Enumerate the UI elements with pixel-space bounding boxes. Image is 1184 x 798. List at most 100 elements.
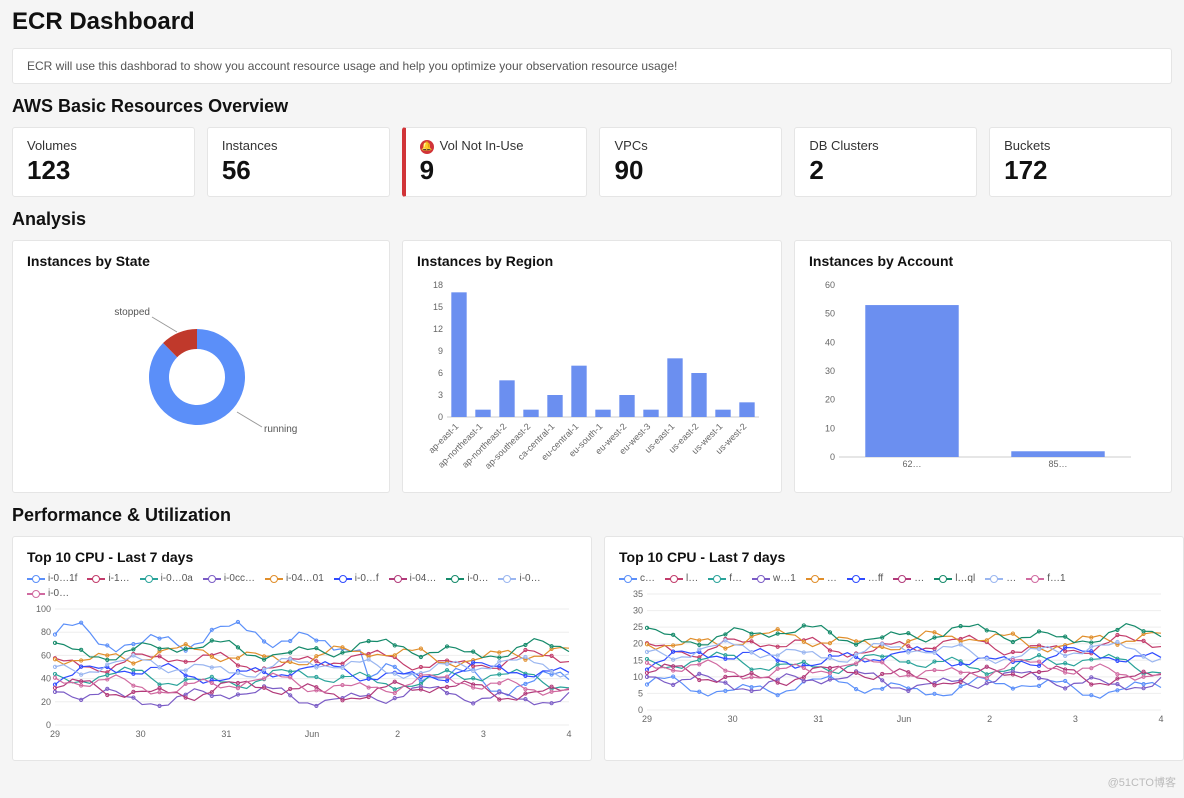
svg-text:40: 40 — [41, 674, 51, 684]
panel-title: Instances by State — [27, 253, 375, 269]
card-value: 2 — [809, 155, 962, 186]
svg-text:29: 29 — [50, 729, 60, 739]
svg-text:85…: 85… — [1048, 459, 1067, 469]
legend-item[interactable]: i-0… — [27, 588, 69, 599]
svg-text:4: 4 — [566, 729, 571, 739]
metric-card: Buckets 172 — [989, 127, 1172, 197]
legend-item[interactable]: i-0…1f — [27, 573, 77, 584]
svg-text:31: 31 — [813, 714, 823, 724]
legend-item[interactable]: i-0…0a — [140, 573, 193, 584]
panel-top10-cpu-right: Top 10 CPU - Last 7 days c…l…f…w…1……ff…l… — [604, 536, 1184, 761]
panel-instances-by-region: Instances by Region 0369121518ap-east-1a… — [402, 240, 782, 493]
svg-text:30: 30 — [136, 729, 146, 739]
watermark: @51CTO博客 — [1108, 774, 1176, 790]
card-label: VPCs — [614, 138, 767, 153]
svg-text:10: 10 — [633, 672, 643, 682]
svg-text:20: 20 — [41, 697, 51, 707]
svg-text:40: 40 — [825, 337, 835, 347]
legend-item[interactable]: i-04…01 — [265, 573, 324, 584]
svg-text:0: 0 — [830, 452, 835, 462]
panel-title: Instances by Region — [417, 253, 767, 269]
svg-text:stopped: stopped — [114, 307, 150, 318]
section-analysis-title: Analysis — [12, 209, 1172, 230]
panel-title: Top 10 CPU - Last 7 days — [27, 549, 577, 565]
legend-item[interactable]: f… — [708, 573, 742, 584]
svg-text:35: 35 — [633, 590, 643, 599]
svg-text:18: 18 — [433, 280, 443, 290]
svg-text:9: 9 — [438, 346, 443, 356]
bar-chart-account: 010203040506062…85… — [809, 277, 1139, 477]
legend-item[interactable]: w…1 — [752, 573, 796, 584]
card-value: 172 — [1004, 155, 1157, 186]
metric-card: 🔔 Vol Not In-Use 9 — [402, 127, 588, 197]
svg-text:20: 20 — [633, 639, 643, 649]
info-banner: ECR will use this dashborad to show you … — [12, 48, 1172, 84]
bell-icon: 🔔 — [420, 140, 434, 154]
line-chart: 020406080100293031Jun234 — [27, 605, 577, 745]
svg-text:running: running — [264, 424, 297, 435]
svg-text:10: 10 — [825, 423, 835, 433]
metric-card: Volumes 123 — [12, 127, 195, 197]
svg-text:30: 30 — [633, 606, 643, 616]
legend-item[interactable]: i-0cc… — [203, 573, 255, 584]
chart-legend: i-0…1f i-1… i-0…0a i-0cc… i-04…01 i-0…f i-04… i… — [27, 573, 577, 599]
metric-card: DB Clusters 2 — [794, 127, 977, 197]
card-label: Buckets — [1004, 138, 1157, 153]
svg-text:31: 31 — [221, 729, 231, 739]
card-label: Vol Not In-Use — [440, 138, 524, 153]
metric-card: VPCs 90 — [599, 127, 782, 197]
legend-item[interactable]: i-0… — [446, 573, 488, 584]
section-perf-title: Performance & Utilization — [12, 505, 1172, 526]
chart-legend: c… l… f… w…1 … …ff … l…ql … f…1 — [619, 573, 1169, 584]
legend-item[interactable]: i-1… — [87, 573, 129, 584]
svg-text:3: 3 — [481, 729, 486, 739]
panel-instances-by-account: Instances by Account 010203040506062…85… — [794, 240, 1172, 493]
card-value: 9 — [420, 155, 573, 186]
card-value: 90 — [614, 155, 767, 186]
svg-text:5: 5 — [638, 688, 643, 698]
svg-text:60: 60 — [41, 650, 51, 660]
legend-item[interactable]: l… — [665, 573, 698, 584]
svg-text:12: 12 — [433, 324, 443, 334]
panel-title: Instances by Account — [809, 253, 1157, 269]
bar-chart-region: 0369121518ap-east-1ap-northeast-1ap-nort… — [417, 277, 767, 477]
svg-text:62…: 62… — [902, 459, 921, 469]
legend-item[interactable]: c… — [619, 573, 655, 584]
card-label: Volumes — [27, 138, 180, 153]
legend-item[interactable]: i-04… — [389, 573, 437, 584]
svg-text:4: 4 — [1158, 714, 1163, 724]
svg-text:30: 30 — [728, 714, 738, 724]
legend-item[interactable]: f…1 — [1026, 573, 1065, 584]
metric-card: Instances 56 — [207, 127, 390, 197]
panel-top10-cpu-left: Top 10 CPU - Last 7 days i-0…1f i-1… i-0…0… — [12, 536, 592, 761]
legend-item[interactable]: i-0…f — [334, 573, 379, 584]
svg-text:6: 6 — [438, 368, 443, 378]
svg-text:0: 0 — [438, 412, 443, 422]
svg-text:25: 25 — [633, 622, 643, 632]
donut-chart: stopped running — [27, 277, 357, 467]
svg-text:3: 3 — [1073, 714, 1078, 724]
svg-text:30: 30 — [825, 366, 835, 376]
svg-text:2: 2 — [987, 714, 992, 724]
svg-text:Jun: Jun — [305, 729, 320, 739]
svg-text:29: 29 — [642, 714, 652, 724]
page-title: ECR Dashboard — [12, 8, 1172, 36]
card-value: 56 — [222, 155, 375, 186]
legend-item[interactable]: … — [893, 573, 924, 584]
legend-item[interactable]: l…ql — [934, 573, 975, 584]
svg-text:50: 50 — [825, 309, 835, 319]
panel-instances-by-state: Instances by State stopped running — [12, 240, 390, 493]
legend-item[interactable]: … — [985, 573, 1016, 584]
svg-text:2: 2 — [395, 729, 400, 739]
legend-item[interactable]: … — [806, 573, 837, 584]
legend-item[interactable]: i-0… — [498, 573, 540, 584]
svg-text:Jun: Jun — [897, 714, 912, 724]
legend-item[interactable]: …ff — [847, 573, 883, 584]
card-label: DB Clusters — [809, 138, 962, 153]
svg-text:60: 60 — [825, 280, 835, 290]
line-chart: 05101520253035293031Jun234 — [619, 590, 1169, 730]
card-value: 123 — [27, 155, 180, 186]
svg-text:100: 100 — [36, 605, 51, 614]
card-label: Instances — [222, 138, 375, 153]
svg-text:15: 15 — [433, 302, 443, 312]
